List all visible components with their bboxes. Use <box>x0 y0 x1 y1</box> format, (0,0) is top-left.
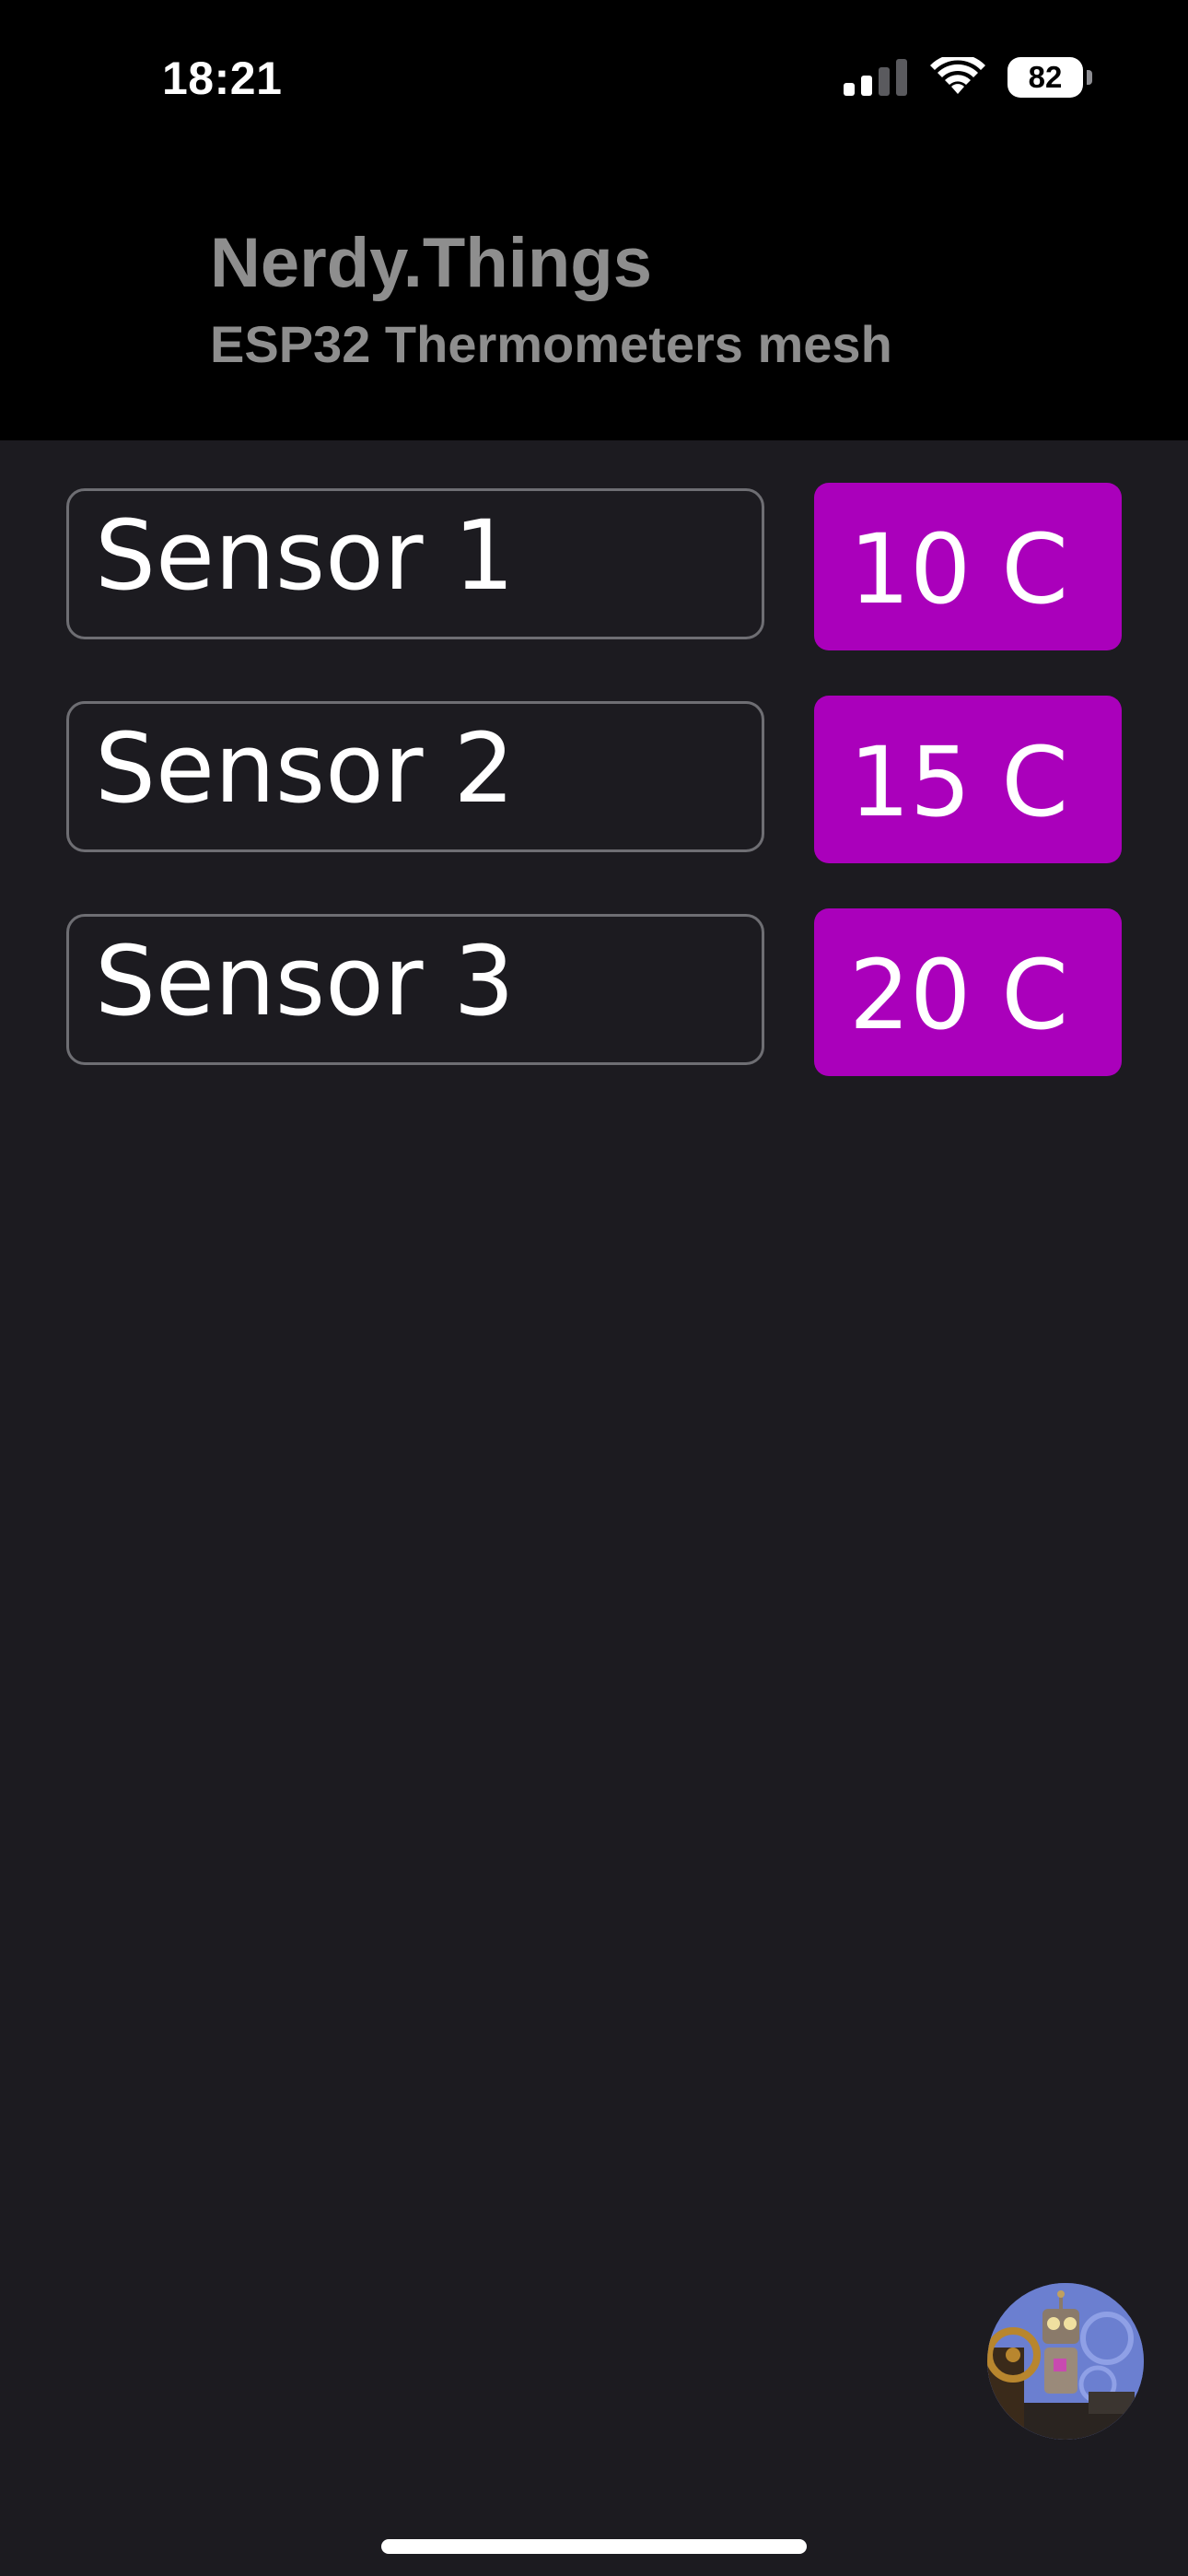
sensor-name-field[interactable]: Sensor 3 <box>66 914 764 1065</box>
temperature-badge: 10 C <box>814 483 1122 650</box>
page-subtitle: ESP32 Thermometers mesh <box>210 315 892 373</box>
temperature-value: 15 C <box>849 726 1069 838</box>
temperature-badge: 20 C <box>814 908 1122 1076</box>
temperature-badge: 15 C <box>814 696 1122 863</box>
sensor-name-label: Sensor 3 <box>95 925 515 1037</box>
robot-avatar-art <box>987 2283 1144 2440</box>
battery-level: 82 <box>1028 60 1063 94</box>
sensor-row: Sensor 3 20 C <box>66 908 1122 1076</box>
sensor-name-label: Sensor 1 <box>95 499 515 612</box>
battery-icon: 82 <box>1007 57 1092 98</box>
home-indicator[interactable] <box>381 2539 807 2554</box>
sensor-name-field[interactable]: Sensor 1 <box>66 488 764 639</box>
sensor-name-label: Sensor 2 <box>95 712 515 825</box>
cellular-signal-icon <box>844 59 907 96</box>
status-icons: 82 <box>844 57 1092 98</box>
wifi-icon <box>930 57 985 94</box>
temperature-value: 10 C <box>849 513 1069 626</box>
sensor-row: Sensor 1 10 C <box>66 483 1122 650</box>
sensor-row: Sensor 2 15 C <box>66 696 1122 863</box>
page-title: Nerdy.Things <box>210 224 652 302</box>
sensor-name-field[interactable]: Sensor 2 <box>66 701 764 852</box>
robot-avatar-icon[interactable] <box>987 2283 1144 2440</box>
app-screen: 18:21 82 Nerdy.Things ESP32 Thermometers… <box>0 0 1188 2576</box>
header: 18:21 82 Nerdy.Things ESP32 Thermometers… <box>0 0 1188 440</box>
status-time: 18:21 <box>162 53 283 104</box>
battery-cap <box>1087 70 1092 85</box>
temperature-value: 20 C <box>849 939 1069 1051</box>
